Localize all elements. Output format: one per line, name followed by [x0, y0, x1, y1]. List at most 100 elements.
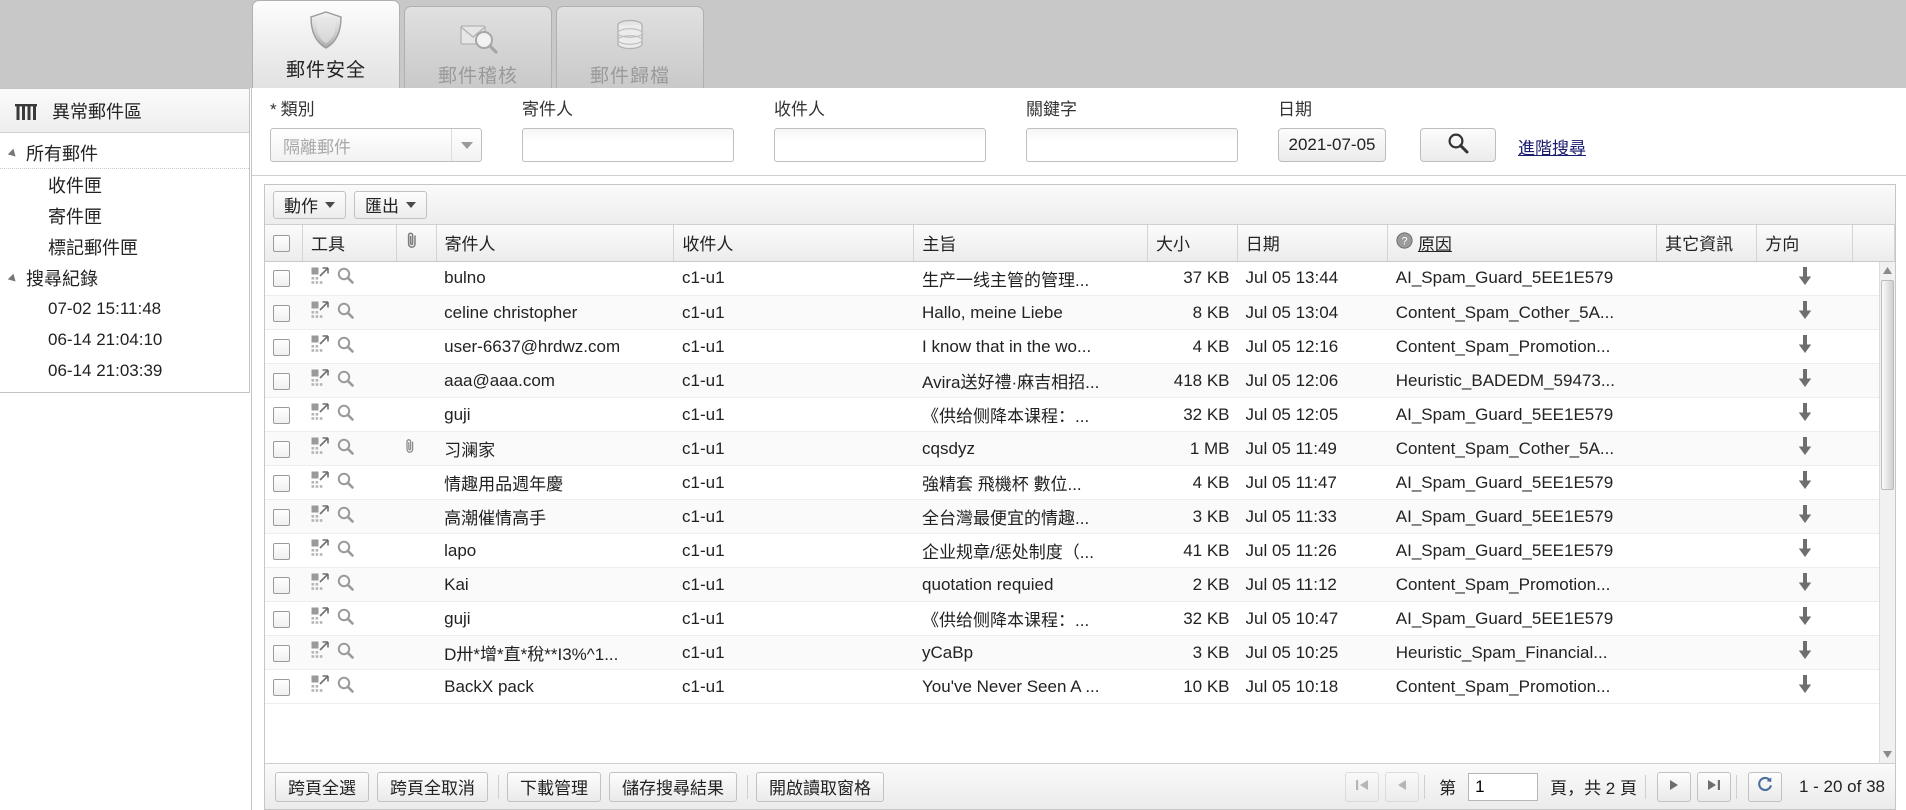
sidebar-item-history-2[interactable]: 06-14 21:04:10: [0, 324, 249, 355]
column-attachment[interactable]: [396, 225, 437, 262]
prev-page-button[interactable]: [1385, 771, 1420, 802]
tab-mail-archive[interactable]: 郵件歸檔: [556, 6, 704, 88]
row-checkbox[interactable]: [273, 406, 290, 424]
move-mail-icon[interactable]: [311, 403, 329, 426]
row-tools-cell[interactable]: [302, 669, 397, 704]
column-select-all[interactable]: [265, 225, 304, 262]
row-checkbox-cell[interactable]: [265, 567, 303, 602]
table-row[interactable]: aaa@aaa.com c1-u1 Avira送好禮·麻吉相招... 418 KB Ju…: [265, 363, 1895, 398]
date-picker-button[interactable]: 2021-07-05: [1278, 128, 1386, 162]
column-size[interactable]: 大小: [1147, 225, 1238, 262]
table-row[interactable]: bulno c1-u1 生产一线主管的管理... 37 KB Jul 05 13:44 A…: [265, 261, 1895, 296]
row-checkbox-cell[interactable]: [265, 533, 303, 568]
tab-mail-security[interactable]: 郵件安全: [252, 0, 400, 88]
move-mail-icon[interactable]: [311, 505, 329, 528]
keyword-input[interactable]: [1026, 128, 1238, 162]
scrollbar-thumb[interactable]: [1881, 279, 1894, 490]
sidebar-item-inbox[interactable]: 收件匣: [0, 169, 249, 200]
sidebar-item-flagged[interactable]: 標記郵件匣: [0, 231, 249, 262]
row-tools-cell[interactable]: [302, 363, 397, 398]
recipient-input[interactable]: [774, 128, 986, 162]
row-tools-cell[interactable]: [302, 329, 397, 364]
row-checkbox-cell[interactable]: [265, 295, 303, 330]
column-tools[interactable]: 工具: [302, 225, 397, 262]
column-date[interactable]: 日期: [1237, 225, 1388, 262]
row-checkbox[interactable]: [273, 270, 290, 288]
column-other-info[interactable]: 其它資訊: [1656, 225, 1758, 262]
next-page-button[interactable]: [1656, 771, 1691, 802]
row-checkbox-cell[interactable]: [265, 669, 303, 704]
row-tools-cell[interactable]: [302, 397, 397, 432]
open-reading-pane-button[interactable]: 開啟讀取窗格: [756, 771, 884, 802]
scroll-up-icon[interactable]: [1881, 263, 1894, 278]
move-mail-icon[interactable]: [311, 607, 329, 630]
preview-mail-icon[interactable]: [337, 472, 354, 494]
table-row[interactable]: lapo c1-u1 企业规章/惩处制度（... 41 KB Jul 05 11:26 A…: [265, 533, 1895, 568]
move-mail-icon[interactable]: [311, 573, 329, 596]
move-mail-icon[interactable]: [311, 471, 329, 494]
grid-body[interactable]: bulno c1-u1 生产一线主管的管理... 37 KB Jul 05 13:44 A…: [265, 261, 1895, 763]
row-checkbox[interactable]: [273, 338, 290, 356]
column-direction[interactable]: 方向: [1756, 225, 1854, 262]
table-row[interactable]: celine christopher c1-u1 Hallo, meine Lieb…: [265, 295, 1895, 330]
row-tools-cell[interactable]: [302, 499, 397, 534]
sender-input[interactable]: [522, 128, 734, 162]
row-checkbox-cell[interactable]: [265, 635, 303, 670]
table-row[interactable]: BackX pack c1-u1 You've Never Seen A ... 10…: [265, 669, 1895, 704]
preview-mail-icon[interactable]: [337, 574, 354, 596]
preview-mail-icon[interactable]: [337, 438, 354, 460]
first-page-button[interactable]: [1345, 771, 1380, 802]
category-select[interactable]: 隔離郵件: [270, 128, 482, 162]
row-checkbox-cell[interactable]: [265, 363, 303, 398]
row-tools-cell[interactable]: [302, 261, 397, 296]
help-icon[interactable]: ?: [1396, 232, 1413, 254]
row-checkbox[interactable]: [273, 542, 290, 560]
sidebar-item-history-3[interactable]: 06-14 21:03:39: [0, 355, 249, 386]
table-row[interactable]: 高潮催情高手 c1-u1 全台灣最便宜的情趣... 3 KB Jul 05 11:33 A…: [265, 499, 1895, 534]
save-search-results-button[interactable]: 儲存搜尋結果: [609, 771, 737, 802]
sidebar-item-history-1[interactable]: 07-02 15:11:48: [0, 293, 249, 324]
table-row[interactable]: user-6637@hrdwz.com c1-u1 I know that in t…: [265, 329, 1895, 364]
preview-mail-icon[interactable]: [337, 336, 354, 358]
row-checkbox[interactable]: [273, 678, 290, 696]
page-number-input[interactable]: [1468, 772, 1539, 801]
table-row[interactable]: guji c1-u1 《供给侧降本课程：... 32 KB Jul 05 12:05 AI…: [265, 397, 1895, 432]
row-checkbox[interactable]: [273, 440, 290, 458]
sidebar-item-search-history[interactable]: 搜尋紀錄: [0, 262, 249, 293]
scroll-down-icon[interactable]: [1881, 747, 1894, 762]
chevron-down-icon[interactable]: [451, 129, 481, 161]
table-row[interactable]: 习澜家 c1-u1 cqsdyz 1 MB Jul 05 11:49 Content_Sp…: [265, 431, 1895, 466]
move-mail-icon[interactable]: [311, 301, 329, 324]
chevron-expanded-icon[interactable]: [8, 146, 22, 160]
row-checkbox-cell[interactable]: [265, 499, 303, 534]
advanced-search-link[interactable]: 進階搜尋: [1518, 134, 1586, 159]
select-all-checkbox[interactable]: [273, 234, 290, 252]
move-mail-icon[interactable]: [311, 369, 329, 392]
sidebar-item-all-mail[interactable]: 所有郵件: [0, 137, 249, 168]
search-button[interactable]: [1420, 128, 1496, 162]
row-checkbox[interactable]: [273, 644, 290, 662]
preview-mail-icon[interactable]: [337, 267, 354, 289]
move-mail-icon[interactable]: [311, 539, 329, 562]
preview-mail-icon[interactable]: [337, 302, 354, 324]
select-all-pages-button[interactable]: 跨頁全選: [275, 771, 369, 802]
row-checkbox-cell[interactable]: [265, 261, 303, 296]
move-mail-icon[interactable]: [311, 641, 329, 664]
column-recipient[interactable]: 收件人: [673, 225, 915, 262]
row-checkbox-cell[interactable]: [265, 601, 303, 636]
row-tools-cell[interactable]: [302, 533, 397, 568]
row-checkbox-cell[interactable]: [265, 431, 303, 466]
table-row[interactable]: Kai c1-u1 quotation requied 2 KB Jul 05 11:1…: [265, 567, 1895, 602]
column-sender[interactable]: 寄件人: [436, 225, 675, 262]
row-checkbox-cell[interactable]: [265, 397, 303, 432]
download-manager-button[interactable]: 下載管理: [507, 771, 601, 802]
row-tools-cell[interactable]: [302, 465, 397, 500]
table-row[interactable]: D卅*增*直*稅**I3%^1... c1-u1 yCaBp 3 KB Jul 05 1…: [265, 635, 1895, 670]
row-tools-cell[interactable]: [302, 635, 397, 670]
column-subject[interactable]: 主旨: [913, 225, 1149, 262]
refresh-button[interactable]: [1747, 771, 1782, 802]
row-checkbox[interactable]: [273, 610, 290, 628]
table-row[interactable]: 情趣用品週年慶 c1-u1 強精套 飛機杯 數位... 4 KB Jul 05 11:4…: [265, 465, 1895, 500]
action-menu-button[interactable]: 動作: [273, 190, 346, 219]
row-tools-cell[interactable]: [302, 601, 397, 636]
